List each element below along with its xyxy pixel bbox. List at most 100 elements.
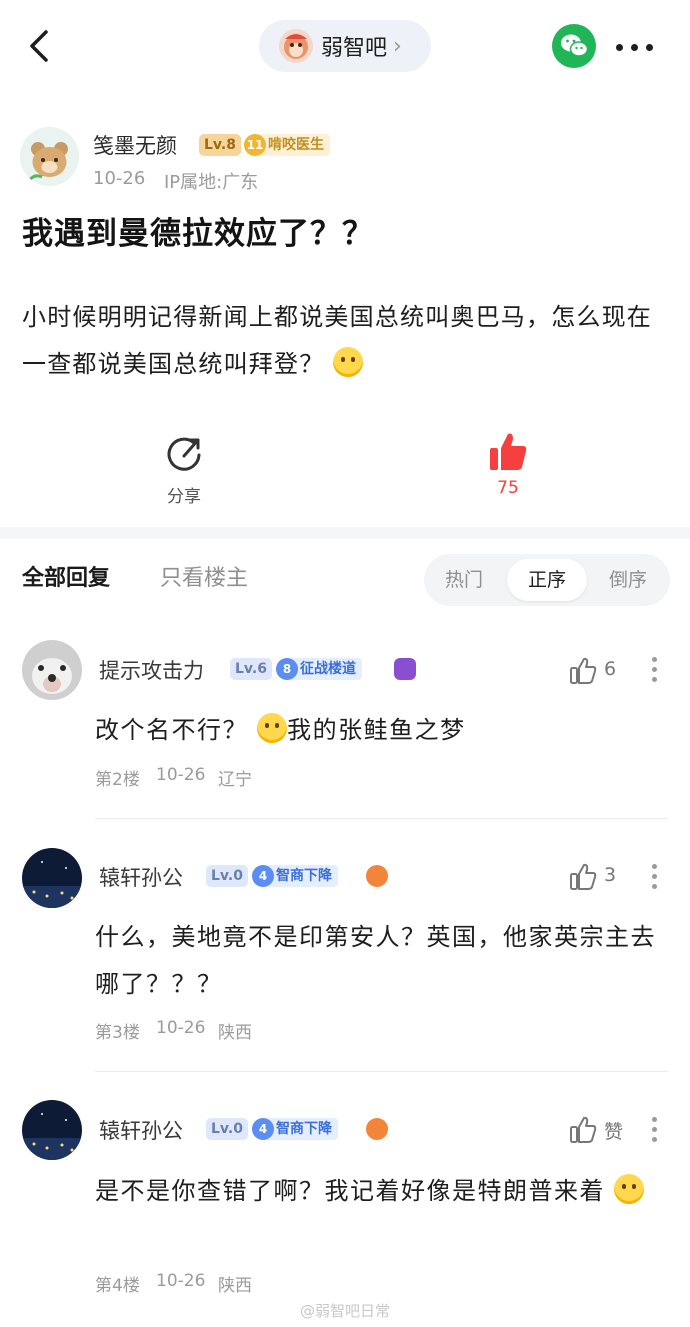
night-sky-avatar-icon bbox=[22, 1100, 82, 1160]
comment-like-button[interactable]: 赞 bbox=[568, 1115, 624, 1145]
wechat-icon bbox=[561, 34, 589, 57]
comment-date: 10-26 bbox=[156, 1018, 206, 1038]
post-title: 我遇到曼德拉效应了？？ bbox=[22, 216, 374, 252]
dot-icon bbox=[631, 44, 638, 51]
comment-text: 是不是你查错了啊？我记着好像是特朗普来着 bbox=[95, 1168, 665, 1215]
commenter-level-badge: Lv.0 bbox=[206, 1118, 248, 1140]
post-like-button[interactable]: 75 bbox=[484, 430, 532, 504]
dot-icon bbox=[652, 667, 657, 672]
diamond-icon: 4 bbox=[252, 865, 274, 887]
commenter-avatar[interactable] bbox=[22, 1100, 82, 1160]
comment-separator bbox=[95, 818, 668, 819]
diamond-icon: 11 bbox=[244, 134, 266, 156]
comment-text: 什么，美地竟不是印第安人？英国，他家英宗主去哪了？？？ bbox=[95, 923, 656, 998]
comment-like-button[interactable]: 3 bbox=[568, 862, 622, 892]
thinking-emoji-icon bbox=[257, 713, 288, 743]
share-button[interactable]: 分享 bbox=[160, 434, 208, 507]
dot-icon bbox=[646, 44, 653, 51]
comment-text-part: 是不是你查错了啊？我记着好像是特朗普来着 bbox=[95, 1177, 605, 1205]
comment-like-count: 6 bbox=[604, 658, 617, 680]
commenter-avatar[interactable] bbox=[22, 848, 82, 908]
tab-owner-only[interactable]: 只看楼主 bbox=[160, 560, 248, 592]
comment-text: 改个名不行？ 我的张鲑鱼之梦 bbox=[95, 707, 665, 754]
more-options-button[interactable] bbox=[616, 44, 656, 52]
post-body: 小时候明明记得新闻上都说美国总统叫奥巴马，怎么现在一查都说美国总统叫拜登？ bbox=[22, 294, 662, 388]
comment-more-button[interactable] bbox=[650, 657, 660, 683]
share-icon bbox=[167, 437, 201, 471]
thinking-emoji-icon bbox=[333, 347, 364, 377]
commenter-name[interactable]: 辕轩孙公 bbox=[99, 1115, 183, 1145]
tab-all-replies[interactable]: 全部回复 bbox=[22, 560, 110, 592]
forum-avatar bbox=[279, 29, 313, 63]
dot-icon bbox=[652, 1117, 657, 1122]
commenter-title-label: 智商下降 bbox=[276, 868, 332, 884]
dot-icon bbox=[652, 884, 657, 889]
commenter-title-label: 智商下降 bbox=[276, 1121, 332, 1137]
comment-like-button[interactable]: 6 bbox=[568, 656, 622, 686]
forum-name: 弱智吧 bbox=[321, 36, 388, 61]
wechat-share-button[interactable] bbox=[552, 24, 596, 68]
commenter-avatar[interactable] bbox=[22, 640, 82, 700]
author-name[interactable]: 笺墨无颜 bbox=[93, 130, 177, 160]
share-label: 分享 bbox=[167, 487, 201, 507]
sort-hot[interactable]: 热门 bbox=[424, 559, 504, 601]
yummy-emoji-icon bbox=[614, 1174, 645, 1204]
dot-icon bbox=[652, 1127, 657, 1132]
comment-date: 10-26 bbox=[156, 765, 206, 785]
section-divider bbox=[0, 527, 690, 539]
commenter-title-badge: 8 征战楼道 bbox=[276, 658, 362, 680]
comment-separator bbox=[95, 1071, 668, 1072]
comment-date: 10-26 bbox=[156, 1271, 206, 1291]
commenter-level-badge: Lv.6 bbox=[230, 658, 272, 680]
author-title-label: 啃咬医生 bbox=[268, 137, 324, 153]
comment-more-button[interactable] bbox=[650, 864, 660, 890]
post-date: 10-26 bbox=[93, 168, 146, 189]
gamepad-badge-icon bbox=[366, 865, 388, 887]
comment-like-label: 赞 bbox=[604, 1121, 624, 1143]
dog-avatar-icon bbox=[22, 640, 82, 700]
sort-descending[interactable]: 倒序 bbox=[588, 559, 668, 601]
diamond-icon: 8 bbox=[276, 658, 298, 680]
thumbs-up-filled-icon bbox=[490, 433, 527, 470]
commenter-title-badge: 4 智商下降 bbox=[252, 1118, 338, 1140]
top-bar: 弱智吧 › bbox=[0, 0, 690, 95]
commenter-title-badge: 4 智商下降 bbox=[252, 865, 338, 887]
commenter-name[interactable]: 提示攻击力 bbox=[99, 655, 204, 685]
thumbs-up-outline-icon bbox=[570, 657, 597, 684]
comment-text-part: 改个名不行？ bbox=[95, 716, 248, 744]
dot-icon bbox=[652, 657, 657, 662]
commenter-title-label: 征战楼道 bbox=[300, 661, 356, 677]
gamepad-badge-icon bbox=[366, 1118, 388, 1140]
commenter-name[interactable]: 辕轩孙公 bbox=[99, 862, 183, 892]
diamond-icon: 4 bbox=[252, 1118, 274, 1140]
back-arrow-icon bbox=[30, 30, 48, 62]
dot-icon bbox=[652, 1137, 657, 1142]
forum-link[interactable]: 弱智吧 › bbox=[259, 20, 431, 72]
bear-avatar-icon bbox=[20, 127, 79, 186]
sort-ascending[interactable]: 正序 bbox=[507, 559, 587, 601]
comment-text-part: 我的张鲑鱼之梦 bbox=[287, 716, 466, 744]
chevron-right-icon: › bbox=[393, 33, 402, 59]
comment-floor: 第3楼 bbox=[95, 1023, 140, 1043]
dot-icon bbox=[652, 677, 657, 682]
post-like-count: 75 bbox=[497, 478, 519, 498]
dot-icon bbox=[652, 874, 657, 879]
thumbs-up-outline-icon bbox=[570, 1116, 597, 1143]
night-sky-avatar-icon bbox=[22, 848, 82, 908]
dot-icon bbox=[652, 864, 657, 869]
author-avatar[interactable] bbox=[20, 127, 79, 186]
watermark: @弱智吧日常 bbox=[300, 1302, 391, 1320]
comment-floor: 第2楼 bbox=[95, 770, 140, 790]
comment-more-button[interactable] bbox=[650, 1117, 660, 1143]
honor-badge-icon bbox=[394, 658, 416, 680]
comment-floor: 第4楼 bbox=[95, 1276, 140, 1296]
back-button[interactable] bbox=[24, 26, 60, 66]
post-ip-location: IP属地:广东 bbox=[164, 172, 259, 193]
monkey-icon bbox=[284, 34, 308, 59]
commenter-level-badge: Lv.0 bbox=[206, 865, 248, 887]
thumbs-up-outline-icon bbox=[570, 863, 597, 890]
sort-switcher: 热门 正序 倒序 bbox=[424, 554, 670, 606]
author-level-badge: Lv.8 bbox=[199, 134, 241, 156]
comment-location: 陕西 bbox=[218, 1023, 252, 1043]
dot-icon bbox=[616, 44, 623, 51]
